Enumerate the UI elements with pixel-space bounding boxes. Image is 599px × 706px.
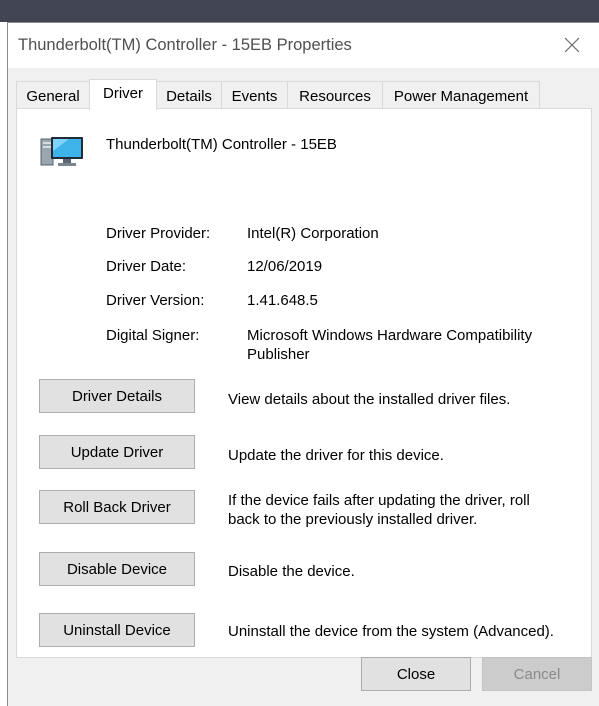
tab-resources[interactable]: Resources bbox=[287, 81, 383, 109]
title-bar: Thunderbolt(TM) Controller - 15EB Proper… bbox=[8, 23, 599, 68]
driver-date-value: 12/06/2019 bbox=[247, 258, 323, 275]
digital-signer-line1: Microsoft Windows Hardware Compatibility bbox=[247, 327, 533, 344]
close-icon[interactable] bbox=[553, 27, 591, 63]
cancel-button[interactable]: Cancel bbox=[482, 657, 592, 691]
digital-signer-value: Microsoft Windows Hardware Compatibility… bbox=[247, 326, 532, 364]
device-name: Thunderbolt(TM) Controller - 15EB bbox=[106, 136, 337, 153]
tab-driver[interactable]: Driver bbox=[89, 79, 157, 110]
tab-details[interactable]: Details bbox=[156, 81, 222, 109]
update-driver-button[interactable]: Update Driver bbox=[39, 435, 195, 469]
driver-details-button[interactable]: Driver Details bbox=[39, 379, 195, 413]
tab-strip: General Driver Details Events Resources … bbox=[16, 79, 576, 110]
tab-power-management[interactable]: Power Management bbox=[382, 81, 540, 109]
driver-tab-panel: Thunderbolt(TM) Controller - 15EB Driver… bbox=[16, 108, 592, 658]
uninstall-device-description: Uninstall the device from the system (Ad… bbox=[228, 623, 554, 640]
computer-device-icon bbox=[39, 133, 87, 173]
disable-device-button[interactable]: Disable Device bbox=[39, 552, 195, 586]
disable-device-description: Disable the device. bbox=[228, 563, 355, 580]
digital-signer-line2: Publisher bbox=[247, 346, 310, 363]
driver-provider-value: Intel(R) Corporation bbox=[247, 225, 379, 242]
driver-provider-label: Driver Provider: bbox=[106, 225, 211, 242]
roll-back-driver-description: If the device fails after updating the d… bbox=[228, 491, 578, 529]
tab-events[interactable]: Events bbox=[221, 81, 288, 109]
tab-general[interactable]: General bbox=[16, 81, 90, 109]
update-driver-description: Update the driver for this device. bbox=[228, 447, 444, 464]
close-button[interactable]: Close bbox=[361, 657, 471, 691]
window-title: Thunderbolt(TM) Controller - 15EB Proper… bbox=[18, 36, 352, 54]
driver-date-label: Driver Date: bbox=[106, 258, 187, 275]
roll-back-description-line2: back to the previously installed driver. bbox=[228, 511, 478, 528]
background-app-header bbox=[0, 0, 599, 22]
roll-back-driver-button[interactable]: Roll Back Driver bbox=[39, 490, 195, 524]
properties-dialog: Thunderbolt(TM) Controller - 15EB Proper… bbox=[7, 22, 599, 706]
roll-back-description-line1: If the device fails after updating the d… bbox=[228, 492, 530, 509]
driver-details-description: View details about the installed driver … bbox=[228, 391, 511, 408]
driver-version-value: 1.41.648.5 bbox=[247, 292, 318, 309]
digital-signer-label: Digital Signer: bbox=[106, 327, 200, 344]
driver-version-label: Driver Version: bbox=[106, 292, 205, 309]
uninstall-device-button[interactable]: Uninstall Device bbox=[39, 613, 195, 647]
